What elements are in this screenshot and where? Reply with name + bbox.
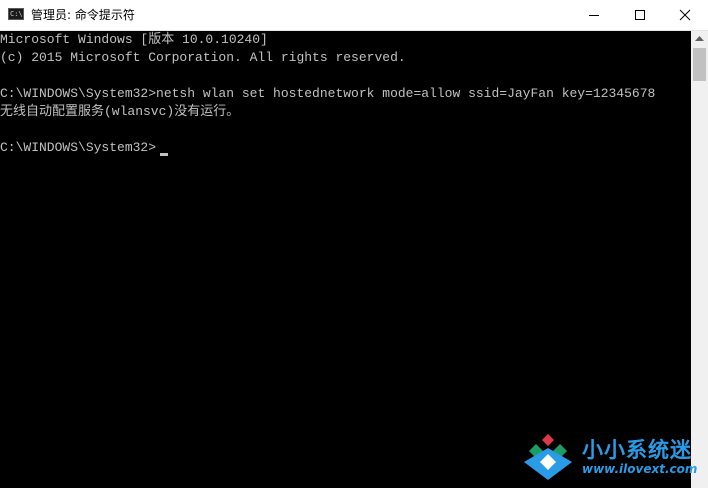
console-line: (c) 2015 Microsoft Corporation. All righ… bbox=[0, 50, 406, 65]
arrow-up-icon bbox=[695, 36, 704, 41]
text-cursor bbox=[160, 153, 168, 156]
diamond-logo-icon bbox=[524, 434, 572, 480]
title-bar[interactable]: C:\ 管理员: 命令提示符 bbox=[0, 0, 708, 31]
console-line: 无线自动配置服务(wlansvc)没有运行。 bbox=[0, 104, 240, 119]
scroll-up-button[interactable] bbox=[691, 31, 708, 48]
minimize-button[interactable] bbox=[571, 0, 617, 30]
console-output[interactable]: Microsoft Windows [版本 10.0.10240] (c) 20… bbox=[0, 31, 691, 488]
watermark-name: 小小系统迷 bbox=[582, 438, 692, 462]
maximize-button[interactable] bbox=[617, 0, 663, 30]
close-button[interactable] bbox=[662, 0, 708, 30]
maximize-icon bbox=[635, 10, 645, 20]
minimize-icon bbox=[589, 15, 599, 16]
cmd-icon[interactable]: C:\ bbox=[8, 8, 24, 20]
cmd-window: C:\ 管理员: 命令提示符 Microsoft Windows [版本 10.… bbox=[0, 0, 708, 488]
watermark: 小小系统迷 www.ilovext.com bbox=[516, 426, 708, 488]
vertical-scrollbar[interactable] bbox=[691, 31, 708, 488]
prompt-line: C:\WINDOWS\System32> bbox=[0, 140, 157, 155]
watermark-url: www.ilovext.com bbox=[582, 462, 698, 476]
close-icon bbox=[679, 9, 691, 21]
scroll-thumb[interactable] bbox=[693, 48, 706, 81]
cmd-icon-text: C:\ bbox=[10, 10, 23, 18]
console-line: C:\WINDOWS\System32>netsh wlan set hoste… bbox=[0, 86, 656, 101]
console-line: Microsoft Windows [版本 10.0.10240] bbox=[0, 32, 268, 47]
window-title: 管理员: 命令提示符 bbox=[31, 8, 135, 22]
